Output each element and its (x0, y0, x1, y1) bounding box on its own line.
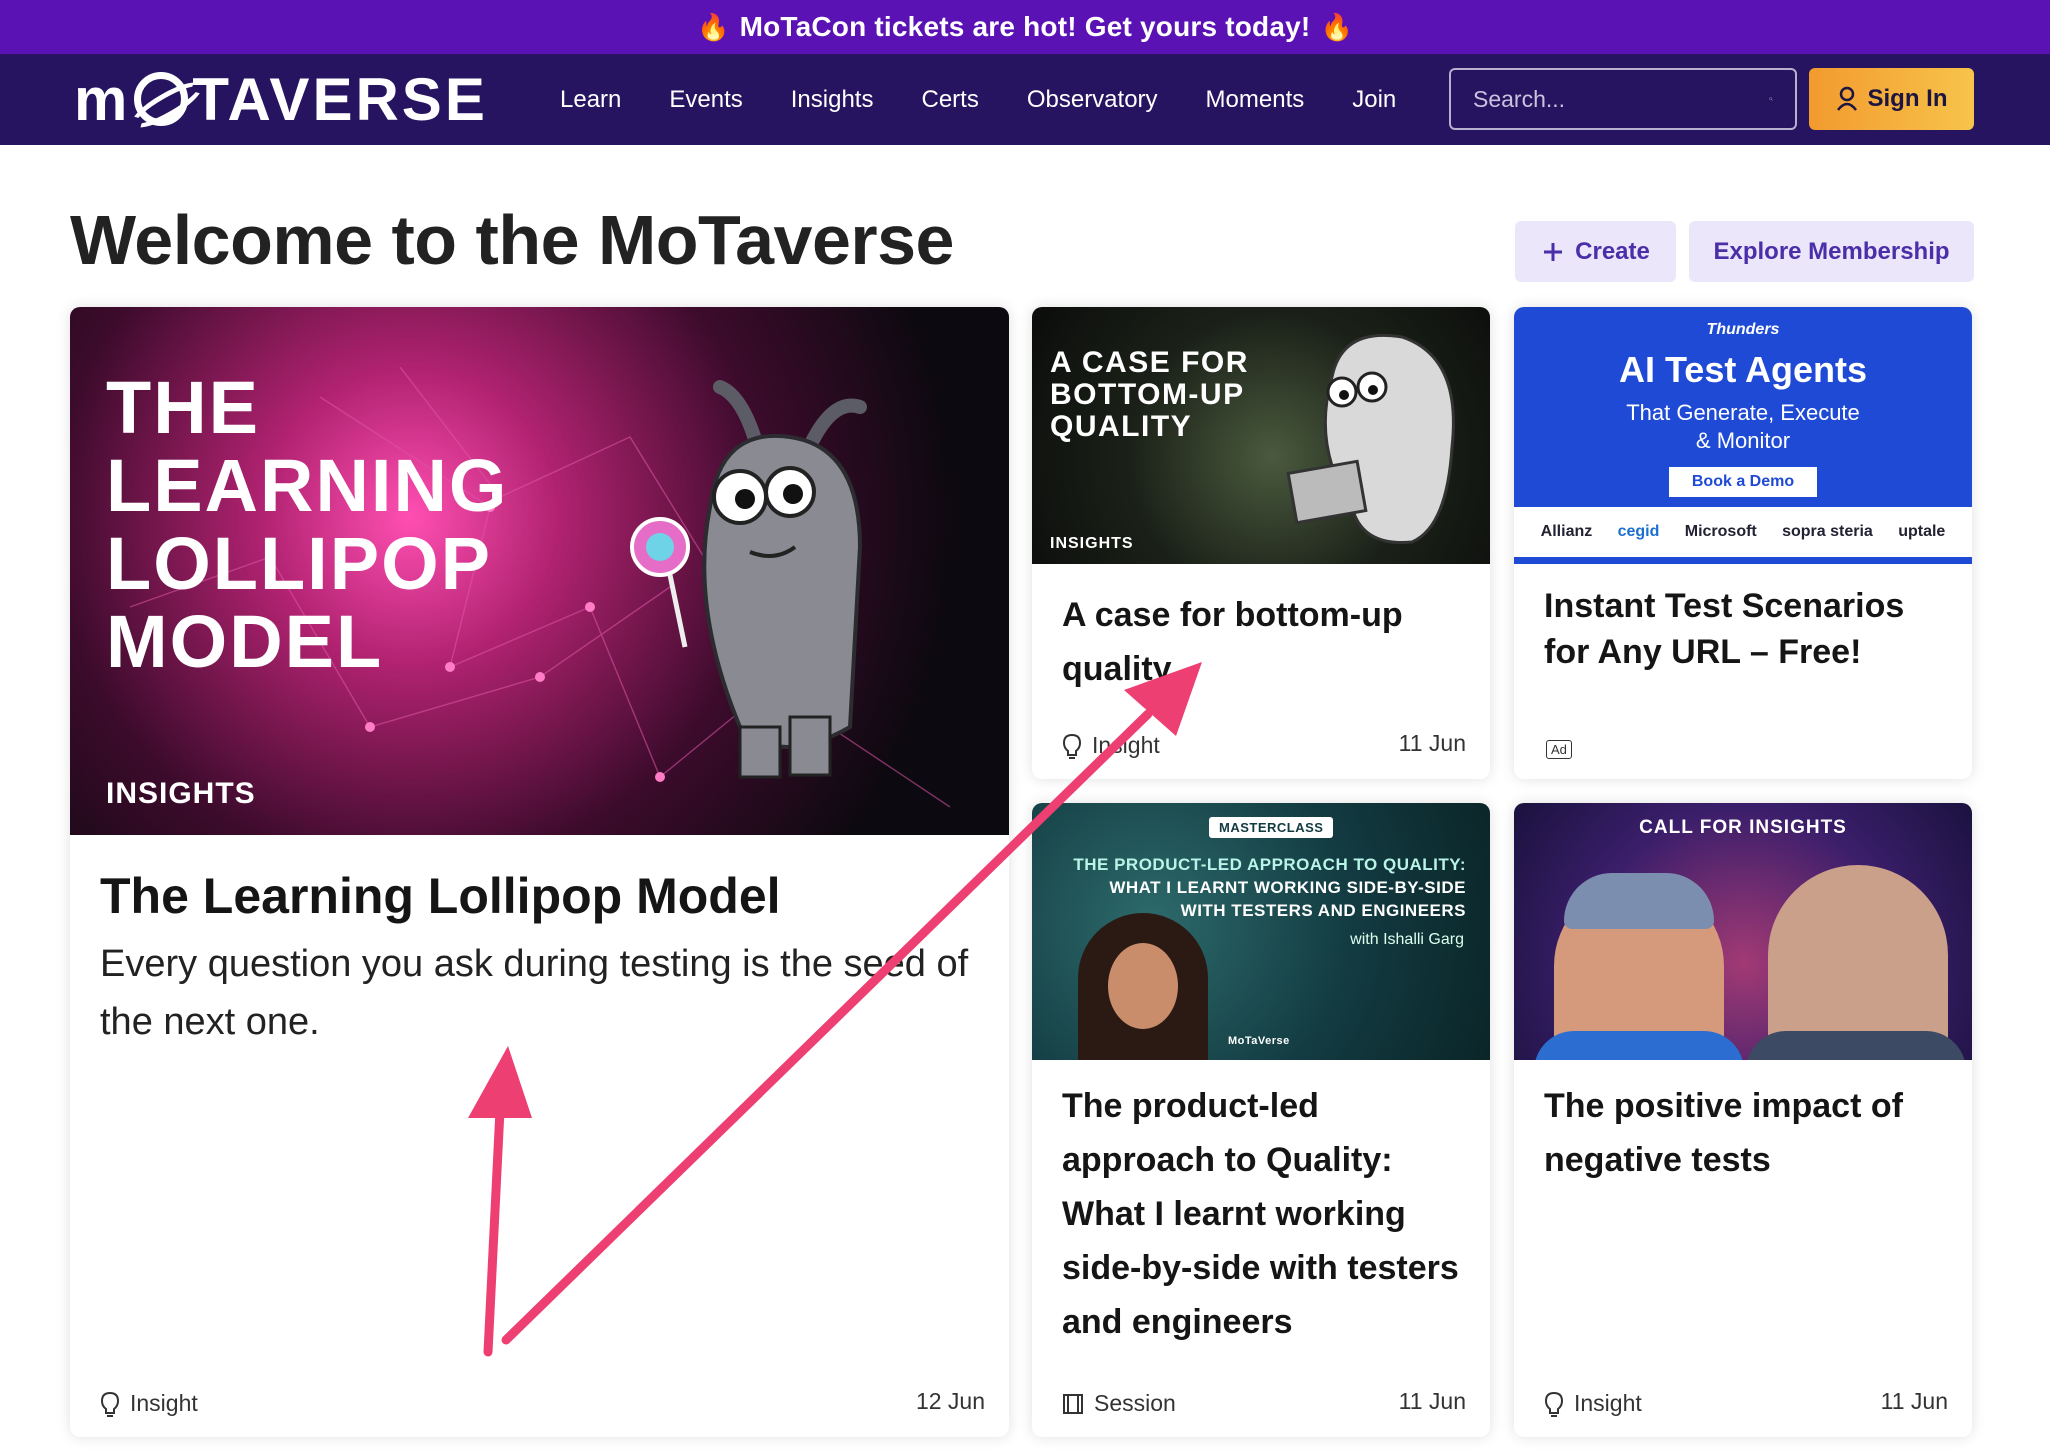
partner-logo: sopra steria (1782, 523, 1873, 540)
masterclass-badge: MASTERCLASS (1209, 817, 1334, 838)
ad-card[interactable]: Thunders AI Test Agents That Generate, E… (1514, 307, 1972, 779)
nav-observatory[interactable]: Observatory (1027, 86, 1158, 114)
search-box[interactable] (1449, 68, 1797, 130)
create-button[interactable]: Create (1515, 221, 1676, 282)
user-icon (1836, 86, 1857, 111)
ad-partner-logos: Allianz cegid Microsoft sopra steria upt… (1514, 507, 1972, 557)
plus-icon (1544, 242, 1563, 261)
card-title[interactable]: The positive impact of negative tests (1544, 1079, 1944, 1187)
featured-image-title: THE LEARNING LOLLIPOP MODEL (106, 366, 509, 683)
card-meta: Session (1062, 1390, 1176, 1417)
lightbulb-icon (1062, 733, 1082, 759)
card-date: 11 Jun (1398, 1388, 1466, 1414)
ad-headline: AI Test Agents (1618, 349, 1868, 390)
ad-subtitle: That Generate, Execute & Monitor (1626, 400, 1860, 453)
lightbulb-icon (100, 1391, 120, 1417)
fire-icon: 🔥 (1320, 11, 1354, 42)
site-logo[interactable]: m TAVERSE (74, 64, 488, 134)
nav-join[interactable]: Join (1352, 86, 1396, 114)
partner-logo: cegid (1617, 523, 1660, 540)
nav-links: Learn Events Insights Certs Observatory … (560, 54, 1444, 145)
nav-learn[interactable]: Learn (560, 86, 621, 114)
partner-logo: uptale (1898, 523, 1946, 540)
sign-in-label: Sign In (1867, 85, 1948, 112)
announcement-bar[interactable]: 🔥 MoTaCon tickets are hot! Get yours tod… (0, 0, 2050, 54)
speaker-photo (1078, 913, 1208, 1060)
insight-card-bottom-up[interactable]: A CASE FOR BOTTOM-UP QUALITY INSIGHTS A … (1032, 307, 1490, 779)
ad-badge: Ad (1546, 740, 1572, 759)
card-image: A CASE FOR BOTTOM-UP QUALITY INSIGHTS (1032, 307, 1490, 564)
card-image-title-line: THE PRODUCT-LED APPROACH TO QUALITY: (1073, 855, 1466, 874)
ad-title[interactable]: Instant Test Scenarios for Any URL – Fre… (1544, 583, 1944, 675)
card-image: CALL FOR INSIGHTS (1514, 803, 1972, 1060)
speaker-shirt (1746, 1031, 1966, 1060)
page-title: Welcome to the MoTaverse (70, 201, 955, 279)
featured-card-type: Insight (130, 1390, 198, 1416)
featured-card-description: Every question you ask during testing is… (100, 943, 969, 1043)
card-date: 11 Jun (1398, 730, 1466, 756)
announcement-text: MoTaCon tickets are hot! Get yours today… (739, 11, 1311, 42)
nav-events[interactable]: Events (669, 86, 742, 114)
featured-card[interactable]: THE LEARNING LOLLIPOP MODEL INSIGHTS The… (70, 307, 1009, 1437)
card-image-title: A CASE FOR BOTTOM-UP QUALITY (1050, 346, 1249, 443)
card-image-speaker: with Ishalli Garg (1350, 931, 1464, 948)
featured-card-meta: Insight (100, 1390, 198, 1417)
card-title[interactable]: The product-led approach to Quality: Wha… (1062, 1079, 1462, 1349)
card-image-tag: INSIGHTS (1050, 535, 1134, 552)
film-icon (1063, 1393, 1083, 1414)
explore-membership-button[interactable]: Explore Membership (1689, 221, 1974, 282)
planet-icon (134, 72, 189, 126)
card-image: MASTERCLASS THE PRODUCT-LED APPROACH TO … (1032, 803, 1490, 1060)
featured-card-image: THE LEARNING LOLLIPOP MODEL INSIGHTS (70, 307, 1009, 835)
ad-demo-button[interactable]: Book a Demo (1669, 467, 1817, 497)
card-type: Insight (1092, 732, 1160, 758)
card-image-logo: MoTaVerse (1228, 1035, 1290, 1047)
card-type: Session (1094, 1390, 1176, 1416)
session-card-product-led[interactable]: MASTERCLASS THE PRODUCT-LED APPROACH TO … (1032, 803, 1490, 1437)
ad-image: Thunders AI Test Agents That Generate, E… (1514, 307, 1972, 564)
featured-card-date: 12 Jun (915, 1388, 985, 1414)
create-label: Create (1575, 237, 1650, 265)
card-image-title: THE PRODUCT-LED APPROACH TO QUALITY: WHA… (1056, 853, 1466, 922)
nav-insights[interactable]: Insights (791, 86, 874, 114)
card-image-title-line: WHAT I LEARNT WORKING SIDE-BY-SIDE (1109, 878, 1466, 897)
sign-in-button[interactable]: Sign In (1809, 68, 1974, 130)
card-meta: Insight (1544, 1390, 1642, 1417)
speaker-shirt (1534, 1031, 1744, 1060)
card-type: Insight (1574, 1390, 1642, 1416)
mascot-illustration (630, 380, 867, 779)
ad-brand: Thunders (1706, 321, 1780, 338)
mascot-sketch-illustration (1286, 333, 1455, 545)
search-input[interactable] (1473, 85, 1769, 113)
partner-logo: Allianz (1540, 523, 1593, 540)
search-icon[interactable] (1769, 79, 1773, 119)
featured-card-title[interactable]: The Learning Lollipop Model (100, 867, 781, 925)
nav-moments[interactable]: Moments (1206, 86, 1305, 114)
top-navigation: m TAVERSE Learn Events Insights Certs Obs… (0, 54, 2050, 145)
card-meta: Insight (1062, 732, 1160, 759)
card-date: 11 Jun (1880, 1388, 1948, 1414)
fire-icon: 🔥 (696, 11, 730, 42)
insight-card-negative-tests[interactable]: CALL FOR INSIGHTS The positive impact of… (1514, 803, 1972, 1437)
card-image-title: CALL FOR INSIGHTS (1639, 817, 1847, 838)
card-title[interactable]: A case for bottom-up quality (1062, 588, 1462, 696)
lightbulb-icon (1544, 1391, 1564, 1417)
nav-certs[interactable]: Certs (921, 86, 978, 114)
partner-logo: Microsoft (1684, 523, 1757, 540)
featured-image-tag: INSIGHTS (106, 777, 256, 810)
